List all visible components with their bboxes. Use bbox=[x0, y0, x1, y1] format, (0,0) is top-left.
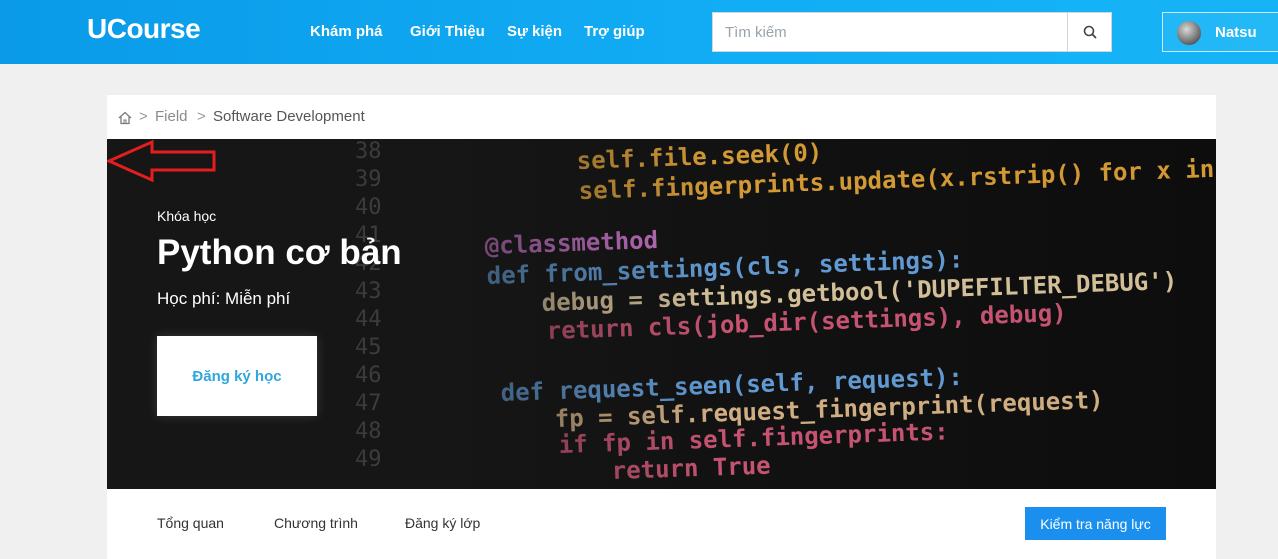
nav-su-kien[interactable]: Sự kiện bbox=[507, 23, 562, 40]
course-hero-banner: 383940414243444546474849 self.file.seek(… bbox=[107, 139, 1216, 489]
course-title: Python cơ bản bbox=[157, 233, 402, 272]
course-card: > Field > Software Development 383940414… bbox=[107, 95, 1216, 559]
user-menu-button[interactable]: Natsu bbox=[1162, 12, 1278, 52]
breadcrumb-separator: > bbox=[197, 108, 206, 125]
tab-overview[interactable]: Tổng quan bbox=[157, 515, 224, 531]
user-name: Natsu bbox=[1215, 24, 1257, 41]
tab-class-registration[interactable]: Đăng ký lớp bbox=[405, 515, 480, 531]
register-course-button[interactable]: Đăng ký học bbox=[157, 336, 317, 416]
nav-tro-giup[interactable]: Trợ giúp bbox=[584, 23, 645, 40]
top-header: UCourse Khám phá Giới Thiệu Sự kiện Trợ … bbox=[0, 0, 1278, 64]
search-input[interactable] bbox=[713, 13, 1067, 51]
course-label: Khóa học bbox=[157, 208, 217, 224]
breadcrumb-separator: > bbox=[139, 108, 148, 125]
red-arrow-annotation bbox=[107, 139, 216, 183]
search-button[interactable] bbox=[1067, 13, 1111, 51]
nav-kham-pha[interactable]: Khám phá bbox=[310, 23, 383, 40]
tab-curriculum[interactable]: Chương trình bbox=[274, 515, 358, 531]
home-icon[interactable] bbox=[117, 110, 133, 126]
avatar bbox=[1177, 21, 1201, 45]
course-fee: Học phí: Miễn phí bbox=[157, 289, 291, 308]
breadcrumb-field[interactable]: Field bbox=[155, 108, 188, 125]
breadcrumb-current: Software Development bbox=[213, 108, 365, 125]
search-icon bbox=[1083, 25, 1097, 39]
nav-gioi-thieu[interactable]: Giới Thiệu bbox=[410, 23, 485, 40]
site-logo[interactable]: UCourse bbox=[87, 13, 201, 45]
search-box bbox=[712, 12, 1112, 52]
assessment-button[interactable]: Kiểm tra năng lực bbox=[1025, 507, 1166, 540]
code-background-image: 383940414243444546474849 self.file.seek(… bbox=[107, 139, 1216, 489]
